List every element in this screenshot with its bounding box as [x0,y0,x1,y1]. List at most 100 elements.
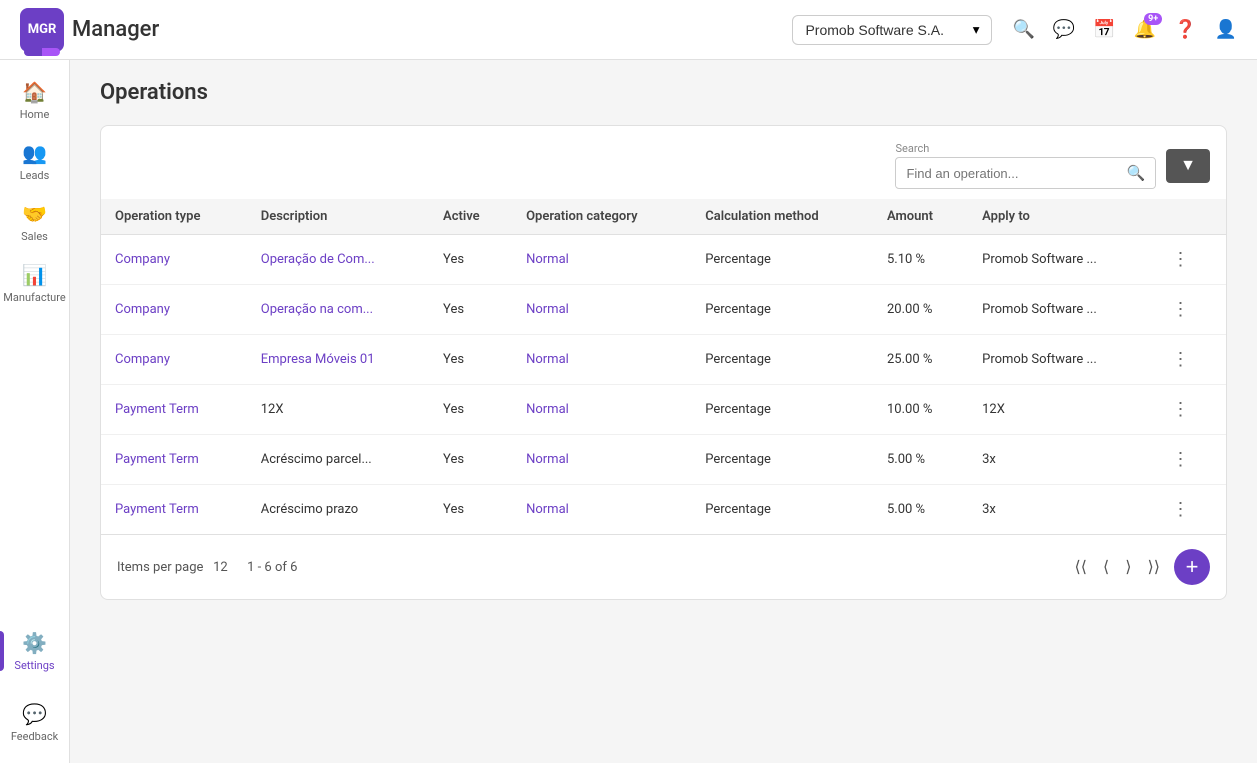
cell-apply-to: 12X [968,385,1151,435]
cell-apply-to: Promob Software ... [968,235,1151,285]
cell-row-menu: ⋮ [1151,485,1226,535]
row-menu-button[interactable]: ⋮ [1165,247,1195,272]
prev-page-button[interactable]: ⟨ [1097,553,1115,581]
cell-amount: 5.10 % [873,235,968,285]
sidebar-item-label-manufacture: Manufacture [3,291,65,304]
pagination: Items per page 12 1 - 6 of 6 ⟨⟨ ⟨ ⟩ ⟩⟩ + [101,534,1226,599]
app-title: Manager [72,17,159,42]
calendar-icon[interactable]: 📅 [1093,19,1115,40]
add-icon: + [1186,554,1199,580]
sidebar-item-label-sales: Sales [21,230,48,243]
col-header-operation-category: Operation category [512,199,691,235]
items-per-page-label: Items per page [117,560,203,575]
header-icons: 🔍 💬 📅 🔔 9+ ❓ 👤 [1012,19,1237,40]
sales-icon: 🤝 [22,202,47,226]
sidebar-item-manufacture[interactable]: 📊 Manufacture [0,253,69,314]
operation-type-link[interactable]: Company [115,252,170,267]
row-menu-button[interactable]: ⋮ [1165,347,1195,372]
company-name: Promob Software S.A. [805,22,944,38]
help-icon[interactable]: ❓ [1174,19,1196,40]
cell-row-menu: ⋮ [1151,435,1226,485]
items-per-page-value: 12 [213,560,228,575]
cell-apply-to: 3x [968,485,1151,535]
search-icon[interactable]: 🔍 [1012,19,1034,40]
table-row: Company Operação na com... Yes Normal Pe… [101,285,1226,335]
company-selector[interactable]: Promob Software S.A. ▾ [792,15,992,45]
description-value[interactable]: Empresa Móveis 01 [261,352,375,367]
active-indicator [0,631,4,671]
feedback-icon: 💬 [22,702,47,726]
search-label: Search [895,142,1156,155]
cell-active: Yes [429,435,512,485]
pagination-range: 1 - 6 of 6 [247,560,297,575]
table-row: Payment Term Acréscimo parcel... Yes Nor… [101,435,1226,485]
user-icon[interactable]: 👤 [1215,19,1237,40]
cell-active: Yes [429,285,512,335]
cell-amount: 5.00 % [873,485,968,535]
table-row: Company Operação de Com... Yes Normal Pe… [101,235,1226,285]
first-page-button[interactable]: ⟨⟨ [1069,553,1093,581]
cell-category: Normal [512,385,691,435]
description-value[interactable]: Operação de Com... [261,252,375,267]
operation-type-link[interactable]: Payment Term [115,452,199,467]
cell-description: 12X [247,385,429,435]
page-title: Operations [100,80,1227,105]
table-row: Payment Term Acréscimo prazo Yes Normal … [101,485,1226,535]
sidebar: 🏠 Home 👥 Leads 🤝 Sales 📊 Manufacture ⚙️ … [0,60,70,763]
category-tag: Normal [526,402,569,417]
add-operation-button[interactable]: + [1174,549,1210,585]
sidebar-item-sales[interactable]: 🤝 Sales [0,192,69,253]
chevron-down-icon: ▾ [973,22,980,38]
sidebar-item-feedback[interactable]: 💬 Feedback [0,692,69,753]
operation-type-link[interactable]: Company [115,352,170,367]
search-box-wrap: Search 🔍 [895,142,1156,189]
description-value[interactable]: Operação na com... [261,302,373,317]
cell-amount: 25.00 % [873,335,968,385]
cell-apply-to: 3x [968,435,1151,485]
notification-badge: 9+ [1144,13,1162,25]
sidebar-item-label-feedback: Feedback [11,730,58,743]
description-value: 12X [261,402,284,417]
sidebar-item-home[interactable]: 🏠 Home [0,70,69,131]
last-page-button[interactable]: ⟩⟩ [1142,553,1166,581]
cell-row-menu: ⋮ [1151,285,1226,335]
search-input[interactable] [896,160,1116,187]
content-card: Search 🔍 ▼ Operation type Description Ac… [100,125,1227,600]
next-page-button[interactable]: ⟩ [1119,553,1137,581]
row-menu-button[interactable]: ⋮ [1165,447,1195,472]
cell-active: Yes [429,335,512,385]
leads-icon: 👥 [22,141,47,165]
logo-box: MGR [20,8,64,52]
sidebar-item-leads[interactable]: 👥 Leads [0,131,69,192]
cell-description: Operação de Com... [247,235,429,285]
row-menu-button[interactable]: ⋮ [1165,397,1195,422]
cell-description: Acréscimo prazo [247,485,429,535]
cell-active: Yes [429,235,512,285]
sidebar-item-settings[interactable]: ⚙️ Settings [0,621,69,682]
cell-description: Acréscimo parcel... [247,435,429,485]
filter-button[interactable]: ▼ [1166,149,1210,183]
message-icon[interactable]: 💬 [1053,19,1075,40]
sidebar-item-label-home: Home [20,108,50,121]
col-header-apply-to: Apply to [968,199,1151,235]
row-menu-button[interactable]: ⋮ [1165,297,1195,322]
row-menu-button[interactable]: ⋮ [1165,497,1195,522]
cell-operation-type: Company [101,335,247,385]
operation-type-link[interactable]: Company [115,302,170,317]
cell-category: Normal [512,235,691,285]
table-row: Company Empresa Móveis 01 Yes Normal Per… [101,335,1226,385]
description-value: Acréscimo parcel... [261,452,372,467]
notification-icon[interactable]: 🔔 9+ [1134,19,1156,40]
col-header-active: Active [429,199,512,235]
cell-calc-method: Percentage [691,435,873,485]
search-button[interactable]: 🔍 [1116,158,1155,188]
operation-type-link[interactable]: Payment Term [115,502,199,517]
cell-row-menu: ⋮ [1151,335,1226,385]
cell-amount: 10.00 % [873,385,968,435]
col-header-operation-type: Operation type [101,199,247,235]
pagination-info: Items per page 12 1 - 6 of 6 [117,560,1061,575]
cell-category: Normal [512,435,691,485]
cell-calc-method: Percentage [691,385,873,435]
operations-table: Operation type Description Active Operat… [101,199,1226,534]
operation-type-link[interactable]: Payment Term [115,402,199,417]
